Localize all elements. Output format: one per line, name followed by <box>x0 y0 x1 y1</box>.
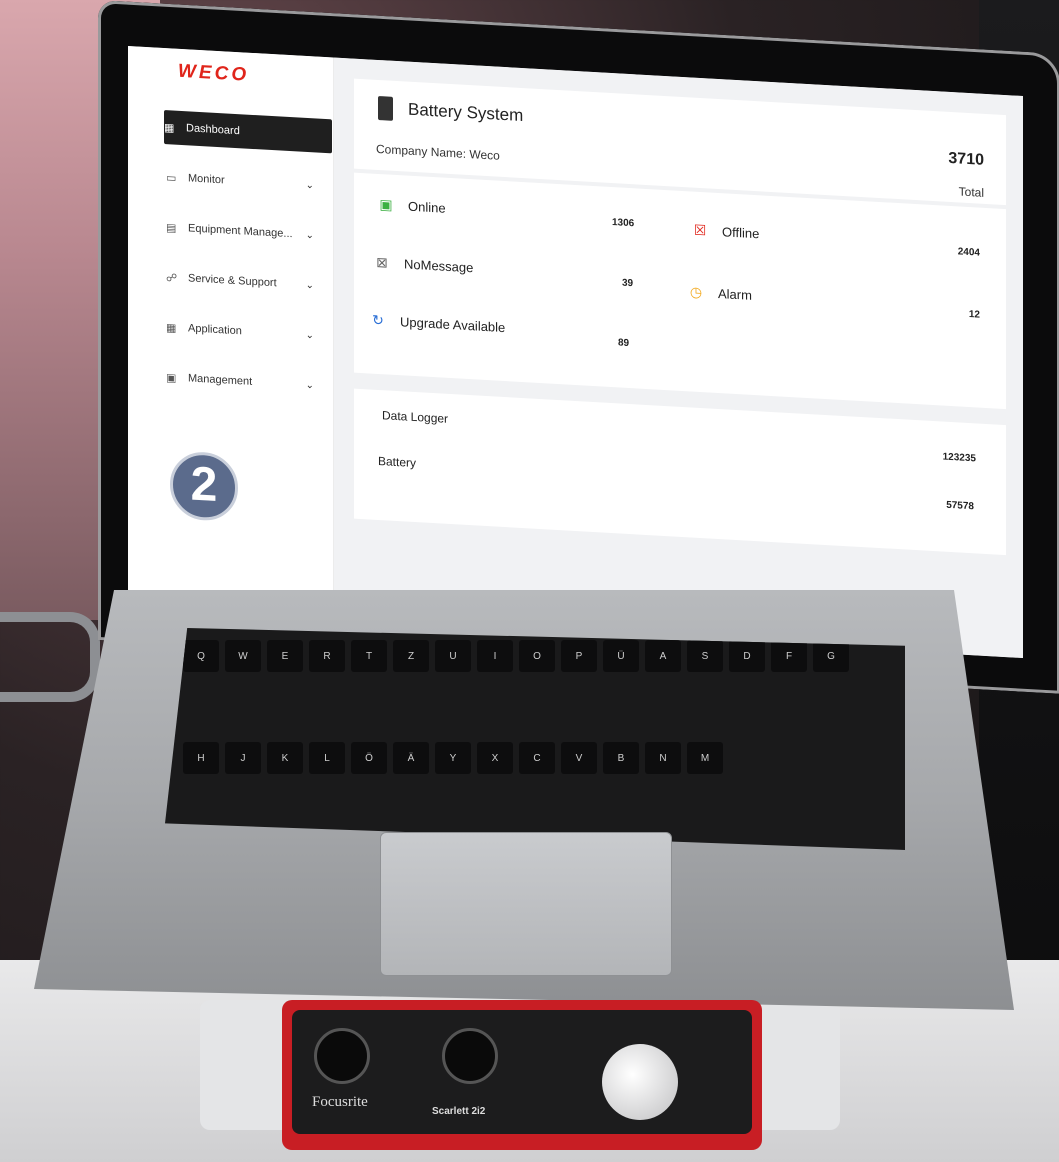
key[interactable]: X <box>477 742 513 774</box>
stat-label: Alarm <box>718 285 752 303</box>
chevron-down-icon: ⌄ <box>305 229 314 241</box>
key[interactable]: Y <box>435 742 471 774</box>
stat-label: Upgrade Available <box>400 314 506 336</box>
audio-interface-panel: Focusrite Scarlett 2i2 <box>292 1010 752 1134</box>
key[interactable]: I <box>477 640 513 672</box>
application-icon: ▦ <box>166 321 177 335</box>
online-icon: ▣ <box>379 196 393 213</box>
sidebar-item-dashboard[interactable]: ▦ Dashboard <box>164 110 332 154</box>
key[interactable]: L <box>309 742 345 774</box>
cable <box>0 612 100 702</box>
key[interactable]: D <box>729 640 765 672</box>
stat-label: Online <box>408 198 446 216</box>
stat-value: 1306 <box>612 217 635 230</box>
stat-value: 39 <box>622 277 634 290</box>
sidebar-item-monitor[interactable]: ▭ Monitor ⌄ <box>166 160 326 203</box>
key[interactable]: Ä <box>393 742 429 774</box>
data-logger-label: Data Logger <box>382 408 449 426</box>
stat-label: Offline <box>722 224 760 242</box>
battery-icon <box>378 95 393 121</box>
battery-label: Battery <box>378 453 417 471</box>
stat-value: 2404 <box>957 246 980 259</box>
sidebar-item-equipment[interactable]: ▤ Equipment Manage... ⌄ <box>166 210 326 253</box>
input-jack[interactable] <box>314 1028 370 1084</box>
offline-icon: ☒ <box>693 221 707 239</box>
chevron-down-icon: ⌄ <box>305 179 314 191</box>
sidebar-item-label: Service & Support <box>188 272 277 290</box>
management-icon: ▣ <box>166 371 177 385</box>
laptop-screen: WECO ▦ Dashboard ▭ Monitor ⌄ ▤ Equipment… <box>128 46 1023 659</box>
stat-value: 12 <box>968 309 980 321</box>
key[interactable]: O <box>519 640 555 672</box>
key[interactable]: R <box>309 640 345 672</box>
audio-interface: Focusrite Scarlett 2i2 <box>282 1000 762 1150</box>
sidebar-item-label: Application <box>188 322 242 338</box>
battery-value: 57578 <box>946 499 974 513</box>
total-value: 3710 <box>948 149 984 169</box>
input-jack[interactable] <box>442 1028 498 1084</box>
equipment-icon: ▤ <box>166 221 177 235</box>
key[interactable]: S <box>687 640 723 672</box>
key[interactable]: N <box>645 742 681 774</box>
support-icon: ☍ <box>166 271 178 285</box>
keyboard[interactable]: Q W E R T Z U I O P Ü A S D F G H J K L … <box>165 628 905 850</box>
stat-upgrade[interactable]: ↻ Upgrade Available <box>368 311 505 336</box>
sidebar-item-service[interactable]: ☍ Service & Support ⌄ <box>166 260 326 303</box>
key[interactable]: T <box>351 640 387 672</box>
sidebar: WECO ▦ Dashboard ▭ Monitor ⌄ ▤ Equipment… <box>128 46 334 620</box>
key[interactable]: Ö <box>351 742 387 774</box>
key[interactable]: K <box>267 742 303 774</box>
weco-logo: WECO <box>178 60 250 86</box>
company-name: Company Name: Weco <box>376 141 500 163</box>
trackpad[interactable] <box>380 832 672 976</box>
sidebar-item-management[interactable]: ▣ Management ⌄ <box>166 360 326 403</box>
key[interactable]: W <box>225 640 261 672</box>
interface-brand: Focusrite <box>312 1094 368 1110</box>
alarm-icon: ◷ <box>689 283 703 301</box>
dashboard-icon: ▦ <box>164 121 175 135</box>
data-logger-value: 123235 <box>942 451 976 465</box>
key[interactable]: Q <box>183 640 219 672</box>
chevron-down-icon: ⌄ <box>305 279 314 291</box>
stat-label: NoMessage <box>404 256 474 276</box>
sidebar-item-label: Management <box>188 372 253 388</box>
nomessage-icon: ⊠ <box>376 253 388 271</box>
stat-value: 89 <box>618 337 630 350</box>
stat-online[interactable]: ▣ Online <box>376 196 446 217</box>
key[interactable]: C <box>519 742 555 774</box>
sidebar-item-label: Dashboard <box>186 122 240 138</box>
main-content: Battery System Company Name: Weco 3710 T… <box>334 57 1023 659</box>
stat-alarm[interactable]: ◷ Alarm <box>686 283 752 304</box>
interface-model: Scarlett 2i2 <box>432 1106 486 1117</box>
key[interactable]: U <box>435 640 471 672</box>
key[interactable]: Z <box>393 640 429 672</box>
monitor-icon: ▭ <box>166 171 177 185</box>
key[interactable]: E <box>267 640 303 672</box>
card-title: Battery System <box>408 99 524 126</box>
step-badge: 2 <box>170 450 238 523</box>
total-label: Total <box>958 184 984 200</box>
volume-knob[interactable] <box>602 1044 678 1120</box>
key[interactable]: B <box>603 742 639 774</box>
key[interactable]: F <box>771 640 807 672</box>
key[interactable]: Ü <box>603 640 639 672</box>
stat-nomessage[interactable]: ⊠ NoMessage <box>372 254 473 277</box>
key[interactable]: A <box>645 640 681 672</box>
key[interactable]: G <box>813 640 849 672</box>
sidebar-item-label: Equipment Manage... <box>188 222 293 241</box>
key[interactable]: M <box>687 742 723 774</box>
sidebar-item-application[interactable]: ▦ Application ⌄ <box>166 310 326 353</box>
chevron-down-icon: ⌄ <box>305 379 314 391</box>
key[interactable]: V <box>561 742 597 774</box>
chevron-down-icon: ⌄ <box>305 329 314 341</box>
key[interactable]: H <box>183 742 219 774</box>
status-card: ▣ Online 1306 ☒ Offline 2404 ⊠ NoMessage… <box>354 172 1006 410</box>
summary-card: Data Logger 123235 Battery 57578 <box>354 388 1006 556</box>
sidebar-item-label: Monitor <box>188 172 225 187</box>
key[interactable]: P <box>561 640 597 672</box>
stat-offline[interactable]: ☒ Offline <box>690 221 760 242</box>
key[interactable]: J <box>225 742 261 774</box>
upgrade-icon: ↻ <box>372 311 384 329</box>
